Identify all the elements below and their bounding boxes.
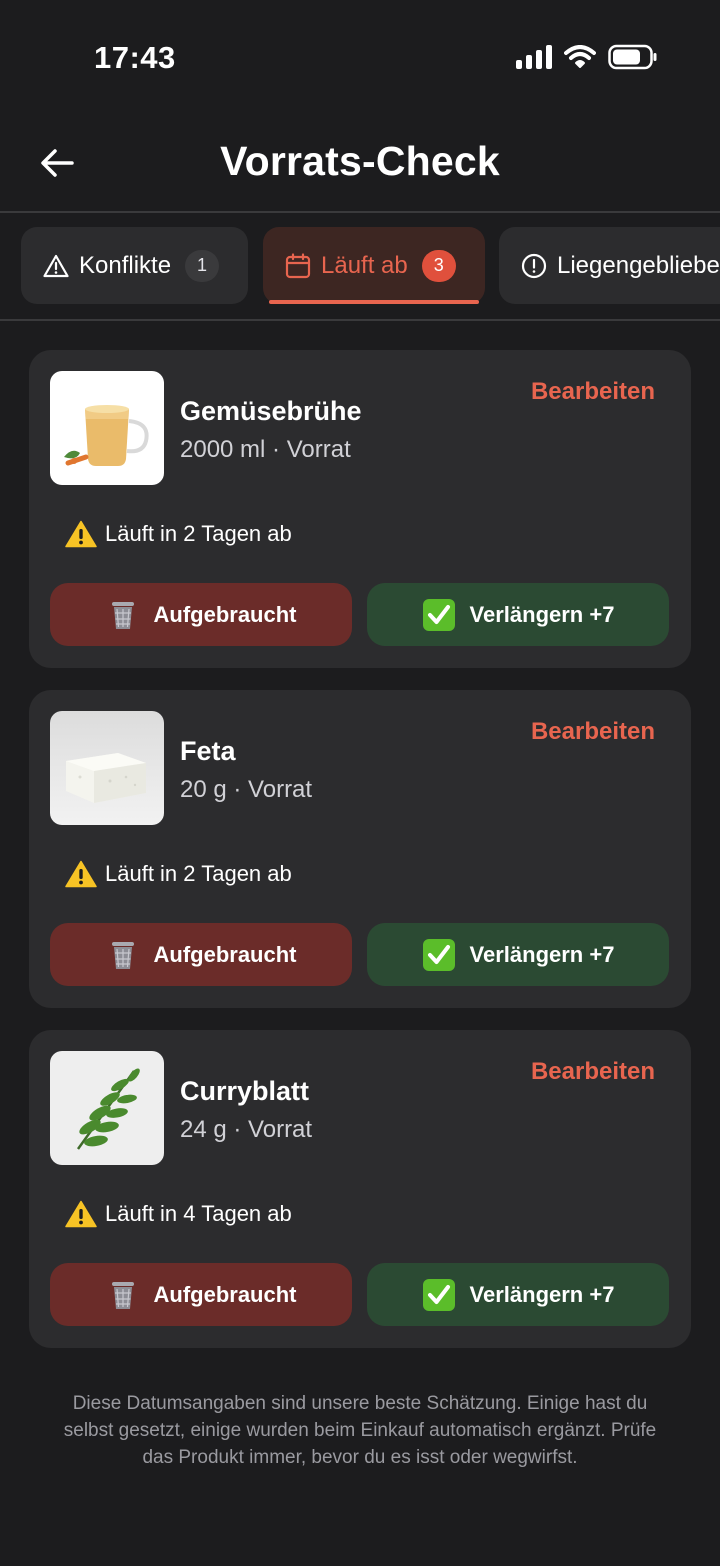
item-name: Curryblatt — [180, 1076, 310, 1106]
calendar-icon — [285, 252, 311, 279]
item-image-feta — [50, 711, 164, 825]
wastebasket-icon — [111, 1281, 134, 1309]
expiry-warning-text: Läuft in 2 Tagen ab — [105, 861, 292, 886]
item-meta: 20 g · Vorrat — [180, 776, 313, 803]
used-up-label: Aufgebraucht — [153, 601, 297, 627]
exclamation-circle-icon — [521, 253, 547, 279]
item-name: Gemüsebrühe — [180, 396, 362, 426]
wifi-icon — [564, 45, 596, 69]
expiry-warning: Läuft in 2 Tagen ab — [65, 860, 292, 888]
tab-count-badge: 1 — [185, 249, 220, 282]
warning-emoji-icon — [65, 1200, 97, 1228]
item-card: Gemüsebrühe 2000 ml · Vorrat Bearbeiten … — [29, 350, 691, 668]
item-card: Feta 20 g · Vorrat Bearbeiten Läuft in 2… — [29, 690, 691, 1008]
used-up-label: Aufgebraucht — [153, 1281, 297, 1307]
item-meta: 2000 ml · Vorrat — [180, 436, 351, 463]
extend-label: Verlängern +7 — [469, 601, 615, 627]
check-mark-button-icon — [422, 598, 455, 631]
status-bar: 17:43 — [0, 0, 720, 110]
extend-label: Verlängern +7 — [469, 941, 615, 967]
tab-bar: Konflikte 1 Läuft ab 3 Liegengeblieben — [21, 227, 720, 305]
tabs-divider — [0, 319, 720, 321]
used-up-button[interactable]: Aufgebraucht — [50, 583, 352, 646]
extend-button[interactable]: Verlängern +7 — [367, 1263, 669, 1326]
expiry-warning-text: Läuft in 2 Tagen ab — [105, 521, 292, 546]
cellular-signal-icon — [516, 45, 552, 69]
edit-button[interactable]: Bearbeiten — [531, 718, 655, 746]
expiry-warning: Läuft in 2 Tagen ab — [65, 520, 292, 548]
item-image-curry-leaf — [50, 1051, 164, 1165]
screen: 17:43 Vorrats-Check Konflikte 1 Läuft ab… — [0, 0, 720, 1566]
expiry-warning: Läuft in 4 Tagen ab — [65, 1200, 292, 1228]
tab-label: Konflikte — [79, 251, 172, 279]
item-name: Feta — [180, 736, 236, 766]
item-meta: 24 g · Vorrat — [180, 1116, 313, 1143]
extend-button[interactable]: Verlängern +7 — [367, 923, 669, 986]
used-up-label: Aufgebraucht — [153, 941, 297, 967]
expiry-warning-text: Läuft in 4 Tagen ab — [105, 1201, 292, 1226]
tab-conflicts[interactable]: Konflikte 1 — [21, 227, 248, 304]
edit-button[interactable]: Bearbeiten — [531, 1058, 655, 1086]
warning-emoji-icon — [65, 520, 97, 548]
tab-label: Läuft ab — [321, 251, 408, 279]
warning-emoji-icon — [65, 860, 97, 888]
wastebasket-icon — [111, 601, 134, 629]
active-tab-indicator — [269, 300, 479, 304]
warning-triangle-icon — [43, 254, 69, 278]
tab-expiring[interactable]: Läuft ab 3 — [263, 227, 485, 304]
item-card: Curryblatt 24 g · Vorrat Bearbeiten Läuf… — [29, 1030, 691, 1348]
used-up-button[interactable]: Aufgebraucht — [50, 1263, 352, 1326]
used-up-button[interactable]: Aufgebraucht — [50, 923, 352, 986]
item-image-broth — [50, 371, 164, 485]
extend-label: Verlängern +7 — [469, 1281, 615, 1307]
edit-button[interactable]: Bearbeiten — [531, 378, 655, 406]
status-time: 17:43 — [94, 40, 176, 75]
tab-leftover[interactable]: Liegengeblieben — [499, 227, 720, 304]
header: Vorrats-Check — [0, 120, 720, 210]
extend-button[interactable]: Verlängern +7 — [367, 583, 669, 646]
check-mark-button-icon — [422, 938, 455, 971]
status-icons — [516, 44, 658, 70]
disclaimer-text: Diese Datumsangaben sind unsere beste Sc… — [63, 1393, 657, 1468]
check-mark-button-icon — [422, 1278, 455, 1311]
tab-count-badge: 3 — [421, 249, 456, 282]
page-title: Vorrats-Check — [220, 138, 500, 184]
header-divider — [0, 211, 720, 213]
wastebasket-icon — [111, 941, 134, 969]
tab-label: Liegengeblieben — [557, 251, 720, 279]
battery-icon — [608, 44, 658, 70]
